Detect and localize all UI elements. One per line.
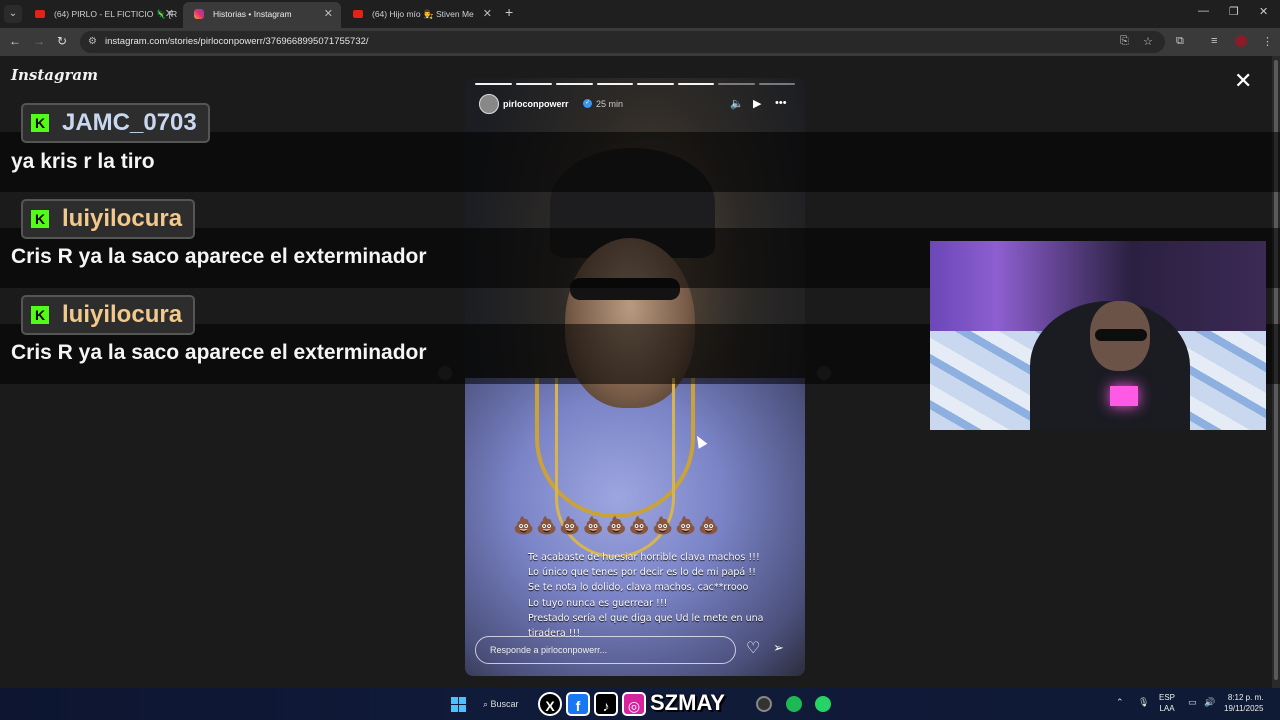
extensions-icon[interactable]: ⧉ <box>1176 35 1184 48</box>
caption-line: Lo único que tenes por decir es lo de mi… <box>528 567 756 579</box>
youtube-icon <box>35 10 45 18</box>
back-icon[interactable]: ← <box>9 34 21 48</box>
forward-icon[interactable]: → <box>33 34 45 48</box>
language-code: ESP <box>1159 693 1176 702</box>
caption-line: Prestado sería el que diga que Ud le met… <box>528 612 764 624</box>
chrome-icon[interactable] <box>756 696 772 712</box>
microphone-icon[interactable]: 🎙 <box>1138 697 1149 708</box>
restore-button[interactable]: ❐ <box>1229 5 1239 18</box>
tab-label: (64) Hijo mío 👨‍⚖️ Stiven Me <box>372 9 474 19</box>
progress-segment <box>677 83 714 85</box>
instagram-icon: ◎ <box>622 692 646 716</box>
instagram-icon <box>194 9 204 19</box>
tab-label: Historias • Instagram <box>213 9 292 19</box>
story-username[interactable]: pirloconpowerr <box>503 99 569 109</box>
minimize-button[interactable]: — <box>1198 5 1209 17</box>
story-timestamp: 25 min <box>596 99 624 109</box>
webcam-pink-light <box>1110 386 1138 406</box>
story-avatar[interactable] <box>479 94 499 114</box>
caption-line: Te acabaste de huesiar horrible clava ma… <box>528 552 760 563</box>
volume-icon[interactable]: 🔈 <box>730 97 744 110</box>
chat-message: ya kris r la tiro <box>11 150 155 173</box>
menu-kebab-icon[interactable]: ⋮ <box>1262 35 1273 48</box>
caption-line: Lo tuyo nunca es guerrear !!! <box>528 597 668 609</box>
bookmark-star-icon[interactable]: ☆ <box>1143 35 1153 48</box>
progress-segment <box>515 83 552 85</box>
close-tab-icon[interactable]: ✕ <box>483 3 492 25</box>
tab-label: (64) PIRLO - EL FICTICIO 🦎 [R <box>54 9 178 19</box>
chat-username: luiyilocura <box>62 205 183 232</box>
chat-username: luiyilocura <box>62 301 183 328</box>
instagram-story-viewer: Instagram ✕ pirloconpowerr ✓ 25 min 🔈 ▶ <box>0 56 1280 688</box>
speaker-icon[interactable]: 🔊 <box>1204 697 1215 708</box>
tray-chevron-icon[interactable]: ⌃ <box>1116 697 1124 708</box>
tab-search-button[interactable]: ⌄ <box>4 5 22 23</box>
more-options-icon[interactable]: ••• <box>775 97 787 109</box>
send-icon[interactable]: ➢ <box>773 640 784 656</box>
profile-avatar[interactable] <box>1235 35 1247 47</box>
search-label: Buscar <box>490 699 519 709</box>
address-bar[interactable]: ⚙ instagram.com/stories/pirloconpowerr/3… <box>80 31 1165 53</box>
tab-pirlo-youtube[interactable]: (64) PIRLO - EL FICTICIO 🦎 [R ✕ <box>24 3 182 25</box>
install-icon[interactable]: ⎘ <box>1120 35 1129 48</box>
media-control-icon[interactable]: ≡ <box>1211 35 1217 47</box>
progress-segment <box>556 83 593 85</box>
reload-icon[interactable]: ↻ <box>57 34 67 48</box>
caption-line: Se te nota lo dolido, clava machos, cac*… <box>528 582 749 594</box>
like-heart-icon[interactable]: ♡ <box>746 638 760 658</box>
overlay-brand-name: SZMAY <box>650 690 725 715</box>
progress-segment <box>637 83 674 85</box>
streamer-webcam <box>930 241 1266 430</box>
language-layout: LAA <box>1159 704 1175 713</box>
tab-hijo-mio-youtube[interactable]: (64) Hijo mío 👨‍⚖️ Stiven Me ✕ <box>342 3 500 25</box>
windows-start-icon[interactable] <box>451 697 466 712</box>
kick-badge-icon: K <box>31 306 49 324</box>
x-icon: X <box>538 692 562 716</box>
kick-badge-icon: K <box>31 114 49 132</box>
url-text[interactable]: instagram.com/stories/pirloconpowerr/376… <box>105 31 369 53</box>
clock-date: 19/11/2025 <box>1224 704 1264 713</box>
whatsapp-icon[interactable] <box>815 696 831 712</box>
chat-username-tag: K luiyilocura <box>21 295 196 335</box>
reply-input[interactable]: Responde a pirloconpowerr... <box>475 636 736 664</box>
close-tab-icon[interactable]: ✕ <box>324 2 333 26</box>
progress-segment <box>718 83 755 85</box>
webcam-sunglasses <box>1095 329 1147 341</box>
story-emoji-row: 💩💩💩💩💩💩💩💩💩 <box>513 516 722 535</box>
close-window-button[interactable]: ✕ <box>1259 5 1268 18</box>
reply-placeholder[interactable]: Responde a pirloconpowerr... <box>490 637 607 663</box>
browser-tab-bar: ⌄ (64) PIRLO - EL FICTICIO 🦎 [R ✕ Histor… <box>0 0 1280 28</box>
chat-username-tag: K JAMC_0703 <box>21 103 210 143</box>
clock-time: 8:12 p. m. <box>1227 693 1264 702</box>
youtube-icon <box>353 10 363 18</box>
new-tab-button[interactable]: + <box>505 4 513 20</box>
taskbar-clock[interactable]: 8:12 p. m. 19/11/2025 <box>1224 692 1263 714</box>
play-icon[interactable]: ▶ <box>753 97 761 110</box>
progress-segment <box>758 83 795 85</box>
tab-instagram-stories[interactable]: Historias • Instagram ✕ <box>183 2 341 28</box>
site-info-icon[interactable]: ⚙ <box>88 36 100 48</box>
progress-segment <box>475 83 512 85</box>
language-indicator[interactable]: ESP LAA <box>1159 692 1175 714</box>
close-tab-icon[interactable]: ✕ <box>165 3 174 25</box>
story-caption: Te acabaste de huesiar horrible clava ma… <box>528 550 778 641</box>
address-toolbar: ← → ↻ ⚙ instagram.com/stories/pirloconpo… <box>0 28 1280 56</box>
tiktok-icon: ♪ <box>594 692 618 716</box>
network-icon[interactable]: ▭ <box>1188 697 1197 708</box>
close-story-icon[interactable]: ✕ <box>1234 70 1252 92</box>
facebook-icon: f <box>566 692 590 716</box>
chat-username-tag: K luiyilocura <box>21 199 196 239</box>
spotify-icon[interactable] <box>786 696 802 712</box>
chat-message: Cris R ya la saco aparece el exterminado… <box>11 245 427 268</box>
story-progress-bar <box>475 83 795 85</box>
chat-message: Cris R ya la saco aparece el exterminado… <box>11 341 427 364</box>
story-header: pirloconpowerr ✓ 25 min 🔈 ▶ ••• <box>479 94 791 114</box>
windows-taskbar: ⌕ Buscar X f ♪ ◎ SZMAY ⌃ 🎙 ESP LAA ▭ 🔊 8… <box>0 688 1280 720</box>
progress-segment <box>596 83 633 85</box>
taskbar-search[interactable]: ⌕ Buscar <box>483 693 538 715</box>
instagram-logo[interactable]: Instagram <box>11 66 98 84</box>
verified-badge-icon: ✓ <box>583 99 592 108</box>
chat-username: JAMC_0703 <box>62 109 197 136</box>
kick-badge-icon: K <box>31 210 49 228</box>
